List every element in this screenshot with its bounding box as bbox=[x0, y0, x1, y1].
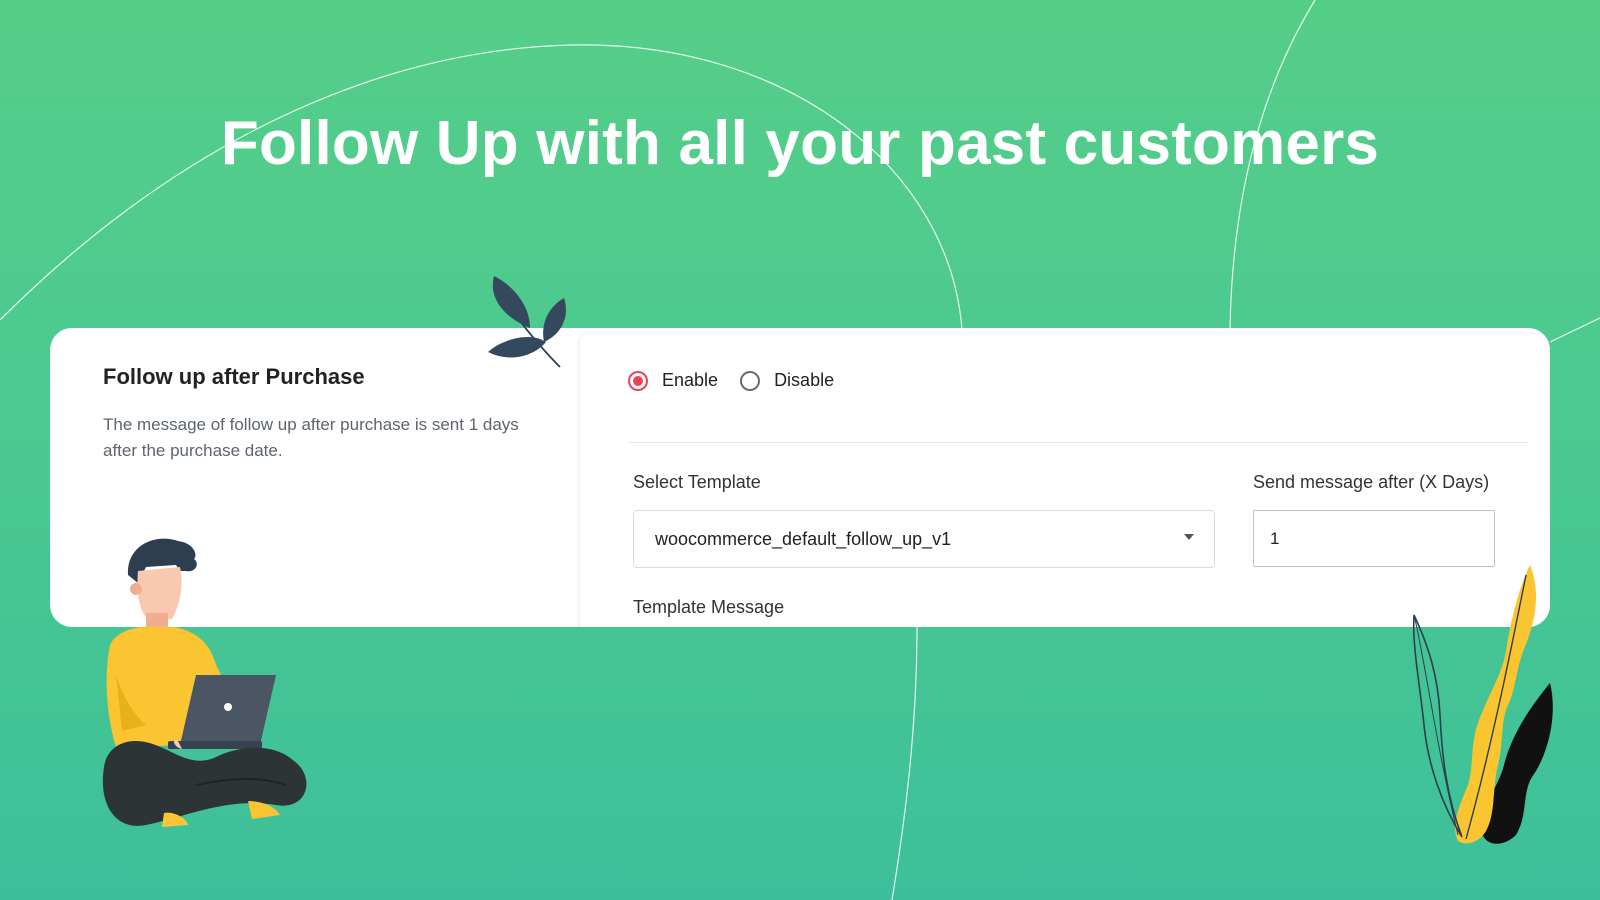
page-headline: Follow Up with all your past customers bbox=[220, 109, 1380, 178]
template-message-label: Template Message bbox=[633, 597, 785, 617]
radio-unchecked-icon[interactable] bbox=[740, 370, 761, 391]
disable-radio[interactable]: Disable bbox=[740, 370, 834, 391]
follow-up-settings-card: Follow up after Purchase The message of … bbox=[50, 328, 1550, 627]
section-description: The message of follow up after purchase … bbox=[103, 415, 519, 460]
card-description-panel: Follow up after Purchase The message of … bbox=[50, 328, 580, 627]
template-select-value: woocommerce_default_follow_up_v1 bbox=[655, 529, 952, 549]
send-after-days-input[interactable] bbox=[1253, 510, 1495, 567]
enable-radio-label: Enable bbox=[662, 370, 719, 390]
section-title: Follow up after Purchase bbox=[103, 364, 365, 389]
caret-down-icon[interactable] bbox=[1184, 534, 1194, 540]
form-divider bbox=[628, 442, 1528, 443]
disable-radio-label: Disable bbox=[774, 370, 835, 390]
card-form-panel: Enable Disable Select Template woocommer… bbox=[580, 334, 1550, 627]
send-after-label: Send message after (X Days) bbox=[1253, 472, 1490, 492]
enable-radio[interactable]: Enable bbox=[628, 370, 718, 391]
select-template-label: Select Template bbox=[633, 472, 761, 492]
status-radio-group: Enable Disable bbox=[628, 370, 856, 391]
template-select[interactable]: woocommerce_default_follow_up_v1 bbox=[633, 510, 1215, 568]
radio-checked-icon[interactable] bbox=[628, 370, 648, 391]
